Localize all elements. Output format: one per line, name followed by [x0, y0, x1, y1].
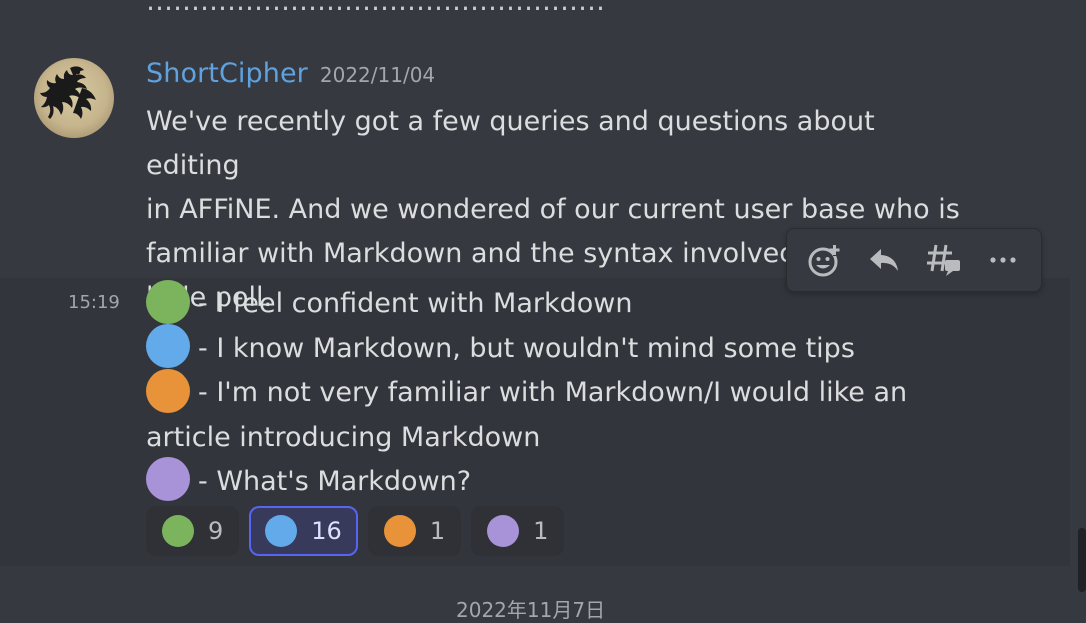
poll-option-text: - I know Markdown, but wouldn't mind som… — [198, 332, 855, 364]
user-avatar[interactable] — [34, 58, 114, 138]
reaction-green[interactable]: 9 — [146, 506, 240, 556]
reaction-blue[interactable]: 16 — [249, 506, 358, 556]
poll-option: - What's Markdown? — [146, 457, 1026, 505]
create-thread-button[interactable] — [920, 236, 968, 284]
orange-circle-emoji — [383, 515, 416, 547]
reaction-count: 1 — [429, 517, 446, 545]
scrollbar[interactable] — [1078, 528, 1086, 592]
purple-circle-emoji — [146, 457, 190, 501]
reaction-count: 16 — [311, 517, 342, 545]
more-options-button[interactable] — [979, 236, 1027, 284]
green-circle-emoji — [146, 279, 190, 324]
message-header: ShortCipher 2022/11/04 — [146, 58, 435, 94]
username[interactable]: ShortCipher — [146, 58, 308, 89]
reaction-count: 1 — [533, 517, 549, 545]
poll-option: - I'm not very familiar with Markdown/I … — [146, 368, 1026, 416]
reactions-bar: 9 16 1 1 — [146, 506, 565, 556]
reaction-count: 9 — [208, 517, 224, 545]
poll-option-text: - I'm not very familiar with Markdown/I … — [198, 377, 908, 408]
green-circle-emoji — [162, 515, 194, 547]
poll-option-text: - What's Markdown? — [198, 465, 472, 497]
blue-circle-emoji — [146, 324, 190, 368]
reaction-purple[interactable]: 1 — [471, 506, 565, 556]
message-timestamp[interactable]: 2022/11/04 — [320, 63, 435, 87]
message-line: We've recently got a few queries and que… — [146, 106, 875, 181]
orange-circle-emoji — [146, 368, 190, 413]
blue-circle-emoji — [265, 515, 298, 547]
hover-timestamp[interactable]: 15:19 — [68, 292, 120, 313]
add-reaction-button[interactable] — [801, 236, 849, 284]
reply-icon — [870, 249, 899, 271]
message-action-toolbar — [786, 228, 1042, 292]
thread-icon — [926, 244, 960, 276]
reaction-orange[interactable]: 1 — [367, 506, 462, 556]
poll-option-text: - I feel confident with Markdown — [198, 288, 633, 319]
poll-option: - I know Markdown, but wouldn't mind som… — [146, 324, 1026, 372]
message-line: in AFFiNE. And we wondered of our curren… — [146, 194, 960, 225]
poll-option-continuation: article introducing Markdown — [146, 421, 541, 453]
emoji-add-icon — [808, 244, 840, 277]
previous-message-fragment: …………………………………………… — [146, 0, 605, 17]
purple-circle-emoji — [487, 515, 520, 547]
reply-button[interactable] — [860, 236, 908, 284]
more-icon — [990, 257, 1016, 263]
date-divider: 2022年11月7日 — [456, 598, 606, 622]
poll-options: - I feel confident with Markdown - I kno… — [146, 279, 1026, 505]
